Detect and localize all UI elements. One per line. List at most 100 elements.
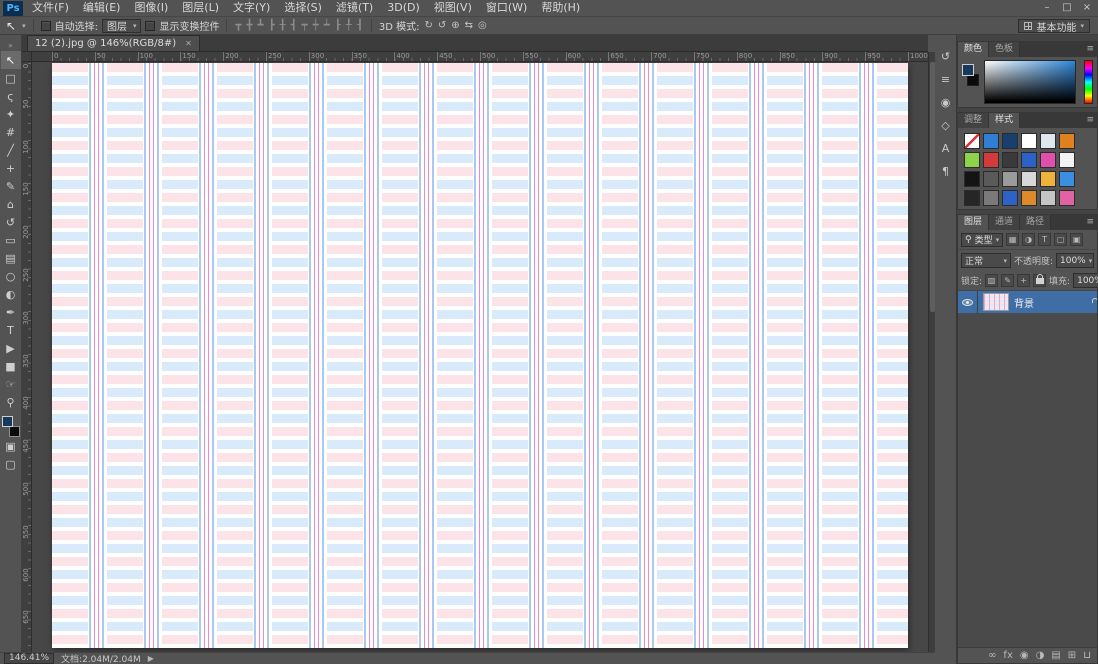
saturation-brightness-picker[interactable] — [984, 60, 1076, 104]
style-swatch-12[interactable] — [1059, 152, 1075, 168]
tab-close-icon[interactable]: ✕ — [185, 39, 192, 48]
lock-position-icon[interactable]: + — [1017, 274, 1030, 287]
link-layers-icon[interactable]: ∞ — [988, 649, 996, 663]
tab-styles[interactable]: 样式 — [989, 113, 1020, 128]
menu-item-8[interactable]: 3D(D) — [380, 0, 427, 16]
ruler-corner[interactable] — [22, 52, 32, 62]
history-brush-tool[interactable]: ↺ — [1, 213, 21, 231]
hand-tool[interactable]: ☞ — [1, 375, 21, 393]
style-swatch-17[interactable] — [1040, 171, 1056, 187]
menu-item-6[interactable]: 选择(S) — [277, 0, 329, 16]
style-swatch-11[interactable] — [1040, 152, 1056, 168]
status-menu-arrow-icon[interactable]: ▶ — [148, 654, 154, 663]
healing-brush-tool[interactable]: + — [1, 159, 21, 177]
filter-shape-layers-icon[interactable]: ▢ — [1054, 233, 1067, 246]
foreground-color-chip[interactable] — [2, 416, 13, 427]
info-panel-icon[interactable]: ◉ — [937, 95, 955, 110]
align-left-icon[interactable]: ┣ — [268, 20, 276, 31]
minimize-button[interactable]: – — [1039, 1, 1055, 15]
opacity-field[interactable]: 100% ▾ — [1056, 253, 1094, 268]
tab-adjustments[interactable]: 调整 — [958, 113, 989, 128]
layer-style-icon[interactable]: fx — [1003, 649, 1012, 663]
blend-mode-dropdown[interactable]: 正常 ▾ — [961, 253, 1011, 268]
align-vcenter-icon[interactable]: ╋ — [246, 20, 254, 31]
canvas-image[interactable] — [52, 63, 908, 648]
eraser-tool[interactable]: ▭ — [1, 231, 21, 249]
align-right-icon[interactable]: ┫ — [290, 20, 298, 31]
style-swatch-15[interactable] — [1002, 171, 1018, 187]
style-swatch-22[interactable] — [1021, 190, 1037, 206]
style-swatch-2[interactable] — [983, 133, 999, 149]
vertical-ruler[interactable]: 050100150200250300350400450500550600650 — [22, 62, 32, 652]
menu-item-2[interactable]: 编辑(E) — [76, 0, 128, 16]
style-swatch-23[interactable] — [1040, 190, 1056, 206]
crop-tool[interactable]: # — [1, 123, 21, 141]
style-swatch-4[interactable] — [1021, 133, 1037, 149]
history-panel-icon[interactable]: ↺ — [937, 49, 955, 64]
3d-roll-icon[interactable]: ↺ — [437, 20, 447, 31]
eyedropper-tool[interactable]: ╱ — [1, 141, 21, 159]
tab-swatches[interactable]: 色板 — [989, 42, 1020, 57]
distribute-hcenter-icon[interactable]: ╀ — [345, 20, 353, 31]
screen-mode-button[interactable]: ▢ — [1, 455, 21, 473]
menu-item-4[interactable]: 图层(L) — [175, 0, 226, 16]
style-swatch-6[interactable] — [1059, 133, 1075, 149]
auto-select-target-dropdown[interactable]: 图层 ▾ — [102, 19, 142, 33]
workspace-switcher[interactable]: 基本功能 ▾ — [1018, 19, 1090, 33]
new-layer-icon[interactable]: ⊞ — [1068, 649, 1076, 663]
menu-item-1[interactable]: 文件(F) — [25, 0, 76, 16]
menu-item-10[interactable]: 窗口(W) — [479, 0, 534, 16]
dodge-tool[interactable]: ◐ — [1, 285, 21, 303]
paragraph-panel-icon[interactable]: ¶ — [937, 164, 955, 179]
shape-tool[interactable]: ■ — [1, 357, 21, 375]
vertical-scrollbar[interactable] — [928, 52, 935, 652]
blur-tool[interactable]: ○ — [1, 267, 21, 285]
menu-item-5[interactable]: 文字(Y) — [226, 0, 277, 16]
hue-strip[interactable] — [1084, 60, 1093, 104]
align-hcenter-icon[interactable]: ╂ — [279, 20, 287, 31]
auto-select-checkbox[interactable] — [41, 21, 51, 31]
filter-adjustment-layers-icon[interactable]: ◑ — [1022, 233, 1035, 246]
style-swatch-16[interactable] — [1021, 171, 1037, 187]
tab-layers[interactable]: 图层 — [958, 215, 989, 230]
panel-menu-icon[interactable]: ≡ — [1086, 42, 1094, 57]
foreground-color-chip[interactable] — [962, 64, 974, 76]
panel-menu-icon[interactable]: ≡ — [1086, 113, 1094, 128]
new-adjustment-layer-icon[interactable]: ◑ — [1036, 649, 1045, 663]
style-swatch-10[interactable] — [1021, 152, 1037, 168]
3d-slide-icon[interactable]: ⇆ — [464, 20, 474, 31]
quick-selection-tool[interactable]: ✦ — [1, 105, 21, 123]
background-color-chip[interactable] — [9, 426, 20, 437]
3d-scale-icon[interactable]: ◎ — [477, 20, 488, 31]
style-swatch-24[interactable] — [1059, 190, 1075, 206]
canvas-viewport[interactable] — [32, 62, 928, 652]
3d-panel-icon[interactable]: ◇ — [937, 118, 955, 133]
layer-filter-dropdown[interactable]: ⚲ 类型 ▾ — [961, 233, 1003, 247]
style-swatch-21[interactable] — [1002, 190, 1018, 206]
foreground-background-swatch[interactable] — [2, 416, 20, 437]
move-tool[interactable]: ↖ — [1, 51, 21, 69]
current-tool-icon[interactable]: ↖ — [6, 19, 16, 33]
filter-smart-object-icon[interactable]: ▣ — [1070, 233, 1083, 246]
gradient-tool[interactable]: ▤ — [1, 249, 21, 267]
document-tab[interactable]: 12 (2).jpg @ 146%(RGB/8#) ✕ — [27, 35, 200, 51]
zoom-level-field[interactable]: 146.41% — [4, 653, 54, 664]
menu-item-11[interactable]: 帮助(H) — [534, 0, 587, 16]
distribute-vcenter-icon[interactable]: ┿ — [312, 20, 320, 31]
lock-all-icon[interactable] — [1033, 274, 1046, 287]
clone-stamp-tool[interactable]: ⌂ — [1, 195, 21, 213]
toolbar-collapse-icon[interactable]: » — [8, 41, 13, 51]
pen-tool[interactable]: ✒ — [1, 303, 21, 321]
panel-menu-icon[interactable]: ≡ — [1086, 215, 1094, 230]
maximize-button[interactable]: □ — [1059, 1, 1075, 15]
tool-preset-arrow-icon[interactable]: ▾ — [22, 22, 26, 30]
marquee-tool[interactable]: □ — [1, 69, 21, 87]
style-swatch-19[interactable] — [964, 190, 980, 206]
path-selection-tool[interactable]: ▶ — [1, 339, 21, 357]
style-swatch-20[interactable] — [983, 190, 999, 206]
style-swatch-9[interactable] — [1002, 152, 1018, 168]
layer-thumbnail[interactable] — [983, 293, 1009, 311]
align-top-icon[interactable]: ┳ — [234, 20, 242, 31]
menu-item-3[interactable]: 图像(I) — [127, 0, 175, 16]
quick-mask-button[interactable]: ▣ — [1, 437, 21, 455]
